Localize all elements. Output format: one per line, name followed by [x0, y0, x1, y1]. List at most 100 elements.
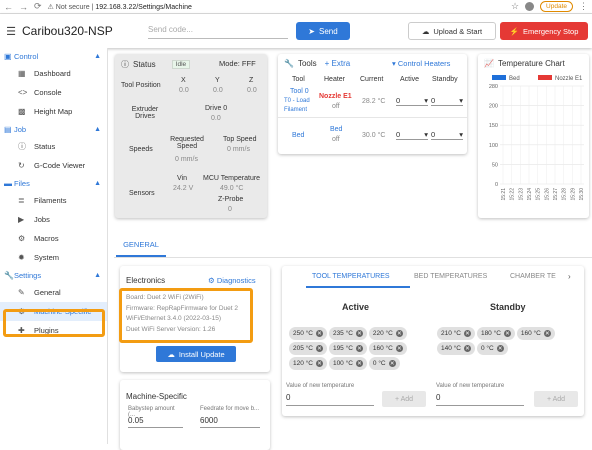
drive-label: Drive 0	[205, 105, 228, 112]
close-icon[interactable]: ✕	[496, 345, 504, 352]
temp-chip[interactable]: 120 °C ✕	[289, 357, 327, 370]
sidebar-item-dashboard[interactable]: ▦ Dashboard	[0, 64, 107, 83]
babystep-input[interactable]: Babystep amount (... 0.05	[128, 406, 183, 428]
close-icon[interactable]: ✕	[315, 345, 323, 352]
y-tick-label: 50	[492, 162, 498, 168]
close-icon[interactable]: ✕	[355, 330, 363, 337]
standby-temp-input[interactable]: Value of new temperature 0	[436, 383, 524, 406]
standby-add-button[interactable]: + Add	[534, 391, 578, 407]
sidebar-item-filaments[interactable]: ≣ Filaments	[0, 191, 107, 210]
temp-tab-bed[interactable]: BED TEMPERATURES	[414, 273, 487, 280]
bed-heater[interactable]: Bed	[330, 126, 342, 133]
close-icon[interactable]: ✕	[463, 330, 471, 337]
temp-chip[interactable]: 180 °C ✕	[476, 327, 515, 340]
close-icon[interactable]: ✕	[395, 345, 403, 352]
temp-chip[interactable]: 100 °C ✕	[328, 357, 367, 370]
temp-chip[interactable]: 235 °C ✕	[328, 327, 367, 340]
control-heaters-menu[interactable]: ▾ Control Heaters	[392, 59, 450, 68]
close-icon[interactable]: ✕	[315, 360, 323, 367]
forward-icon[interactable]: →	[19, 2, 28, 12]
sidebar-item-jobs[interactable]: ▶ Jobs	[0, 210, 107, 229]
extra-toggle[interactable]: + Extra	[325, 59, 351, 68]
axis-y-value: 0.0	[213, 87, 223, 94]
close-icon[interactable]: ✕	[503, 330, 511, 337]
legend-swatch	[538, 75, 552, 80]
address-bar[interactable]: ⚠ Not secure | 192.168.3.22/Settings/Mac…	[48, 3, 505, 11]
tool0-link[interactable]: Tool 0	[290, 88, 309, 95]
sidebar-item-system[interactable]: ✹ System	[0, 248, 107, 267]
browser-bar: ← → ⟳ ⚠ Not secure | 192.168.3.22/Settin…	[0, 0, 592, 14]
active-temp-input[interactable]: Value of new temperature 0	[286, 383, 374, 406]
temp-tab-tool[interactable]: TOOL TEMPERATURES	[312, 273, 390, 280]
col-heater: Heater	[324, 76, 346, 83]
menu-icon[interactable]: ☰	[2, 25, 20, 38]
nozzle-standby-select[interactable]: 0 ▾	[431, 96, 463, 106]
send-button[interactable]: ➤ Send	[296, 22, 350, 40]
sidebar-item-macros[interactable]: ⚙ Macros	[0, 229, 107, 248]
tool-position-label: Tool Position	[121, 82, 161, 89]
install-update-button[interactable]: ☁ Install Update	[156, 346, 236, 362]
temp-chip[interactable]: 0 °C ✕	[368, 357, 400, 370]
emergency-stop-button[interactable]: ⚡ Emergency Stop	[500, 22, 588, 40]
requested-speed-value: 0 mm/s	[175, 156, 198, 163]
temp-chip[interactable]: 0 °C ✕	[476, 342, 508, 355]
more-icon[interactable]: ⋮	[579, 1, 588, 12]
close-icon[interactable]: ✕	[315, 330, 323, 337]
bed-link[interactable]: Bed	[292, 132, 304, 139]
nozzle-heater[interactable]: Nozzle E1	[319, 93, 352, 100]
browser-update-button[interactable]: Update	[540, 1, 573, 12]
chevron-up-icon: ▲	[94, 125, 101, 133]
y-tick-label: 200	[489, 104, 498, 110]
sidebar-item-height-map[interactable]: ▩ Height Map	[0, 102, 107, 121]
temp-chip-label: 195 °C	[332, 345, 353, 352]
section-settings[interactable]: 🔧 Settings ▲	[0, 267, 107, 283]
close-icon[interactable]: ✕	[543, 330, 551, 337]
col-standby: Standby	[432, 76, 458, 83]
close-icon[interactable]: ✕	[355, 360, 363, 367]
avatar[interactable]	[525, 2, 535, 11]
standby-title: Standby	[490, 302, 526, 312]
reload-icon[interactable]: ⟳	[34, 1, 42, 12]
temp-chip[interactable]: 205 °C ✕	[289, 342, 327, 355]
vin-value: 24.2 V	[173, 185, 194, 192]
sidebar-item-general[interactable]: ✎ General	[0, 283, 107, 302]
code-input[interactable]: Send code...	[148, 23, 288, 39]
close-icon[interactable]: ✕	[388, 360, 396, 367]
nozzle-active-select[interactable]: 0 ▾	[396, 96, 428, 106]
section-files[interactable]: ▬ Files ▲	[0, 175, 107, 191]
sidebar-item-status[interactable]: ⓘ Status	[0, 137, 107, 156]
bed-current: 30.0 °C	[362, 132, 386, 139]
back-icon[interactable]: ←	[4, 2, 13, 12]
temp-chip[interactable]: 220 °C ✕	[368, 327, 407, 340]
section-control[interactable]: ▣ Control ▲	[0, 48, 107, 64]
bed-active-select[interactable]: 0 ▾	[396, 130, 428, 140]
star-icon[interactable]: ☆	[511, 1, 519, 12]
col-active: Active	[400, 76, 420, 83]
temp-chip[interactable]: 160 °C ✕	[368, 342, 407, 355]
active-add-button[interactable]: + Add	[382, 391, 426, 407]
tab-general[interactable]: GENERAL	[118, 240, 164, 249]
upload-start-button[interactable]: ☁ Upload & Start	[408, 22, 496, 40]
diagnostics-link[interactable]: ⚙ Diagnostics	[208, 276, 256, 285]
temp-chip[interactable]: 210 °C ✕	[437, 327, 475, 340]
sidebar-item-gcode-viewer[interactable]: ↻ G-Code Viewer	[0, 156, 107, 175]
tool0-load-filament[interactable]: T0 - Load Filament	[284, 97, 318, 115]
chevron-up-icon: ▲	[94, 271, 101, 279]
diagnostics-icon: ⚙	[208, 276, 215, 285]
temp-chip[interactable]: 250 °C ✕	[289, 327, 327, 340]
tools-header: 🔧 Tools + Extra	[284, 59, 351, 68]
close-icon[interactable]: ✕	[355, 345, 363, 352]
feedrate-input[interactable]: Feedrate for move b... 6000	[200, 406, 260, 428]
close-icon[interactable]: ✕	[395, 330, 403, 337]
sidebar-item-console[interactable]: <> Console	[0, 83, 107, 102]
drive-value: 0.0	[211, 115, 221, 122]
section-job[interactable]: ▤ Job ▲	[0, 121, 107, 137]
chevron-right-icon[interactable]: ›	[568, 272, 571, 281]
temp-chip[interactable]: 195 °C ✕	[328, 342, 367, 355]
temp-tab-chamber[interactable]: CHAMBER TE	[510, 273, 556, 280]
temp-chip-label: 235 °C	[332, 330, 353, 337]
bed-standby-select[interactable]: 0 ▾	[431, 130, 463, 140]
close-icon[interactable]: ✕	[463, 345, 471, 352]
temp-chip[interactable]: 160 °C ✕	[516, 327, 555, 340]
temp-chip[interactable]: 140 °C ✕	[437, 342, 475, 355]
